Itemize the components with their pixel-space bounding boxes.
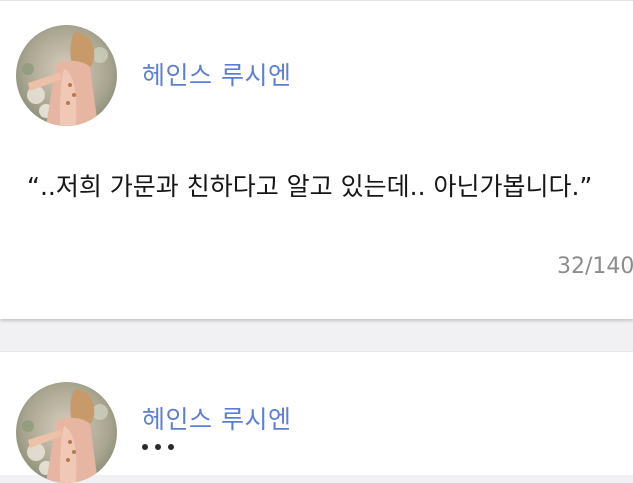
typing-dot bbox=[142, 444, 148, 450]
typing-dot bbox=[168, 444, 174, 450]
message-card: 헤인스 루시엔 bbox=[0, 351, 633, 483]
message-text: “..저희 가문과 친하다고 알고 있는데.. 아닌가봅니다.” bbox=[27, 172, 593, 201]
character-portrait-avatar[interactable] bbox=[16, 382, 117, 483]
character-portrait-avatar[interactable] bbox=[16, 25, 117, 126]
message-card: 헤인스 루시엔 “..저희 가문과 친하다고 알고 있는데.. 아닌가봅니다.”… bbox=[0, 0, 633, 319]
speaker-name: 헤인스 루시엔 bbox=[142, 405, 292, 434]
typing-indicator-icon bbox=[142, 444, 174, 450]
speaker-name: 헤인스 루시엔 bbox=[142, 61, 292, 90]
typing-dot bbox=[155, 444, 161, 450]
character-count: 32/140 bbox=[557, 254, 633, 279]
